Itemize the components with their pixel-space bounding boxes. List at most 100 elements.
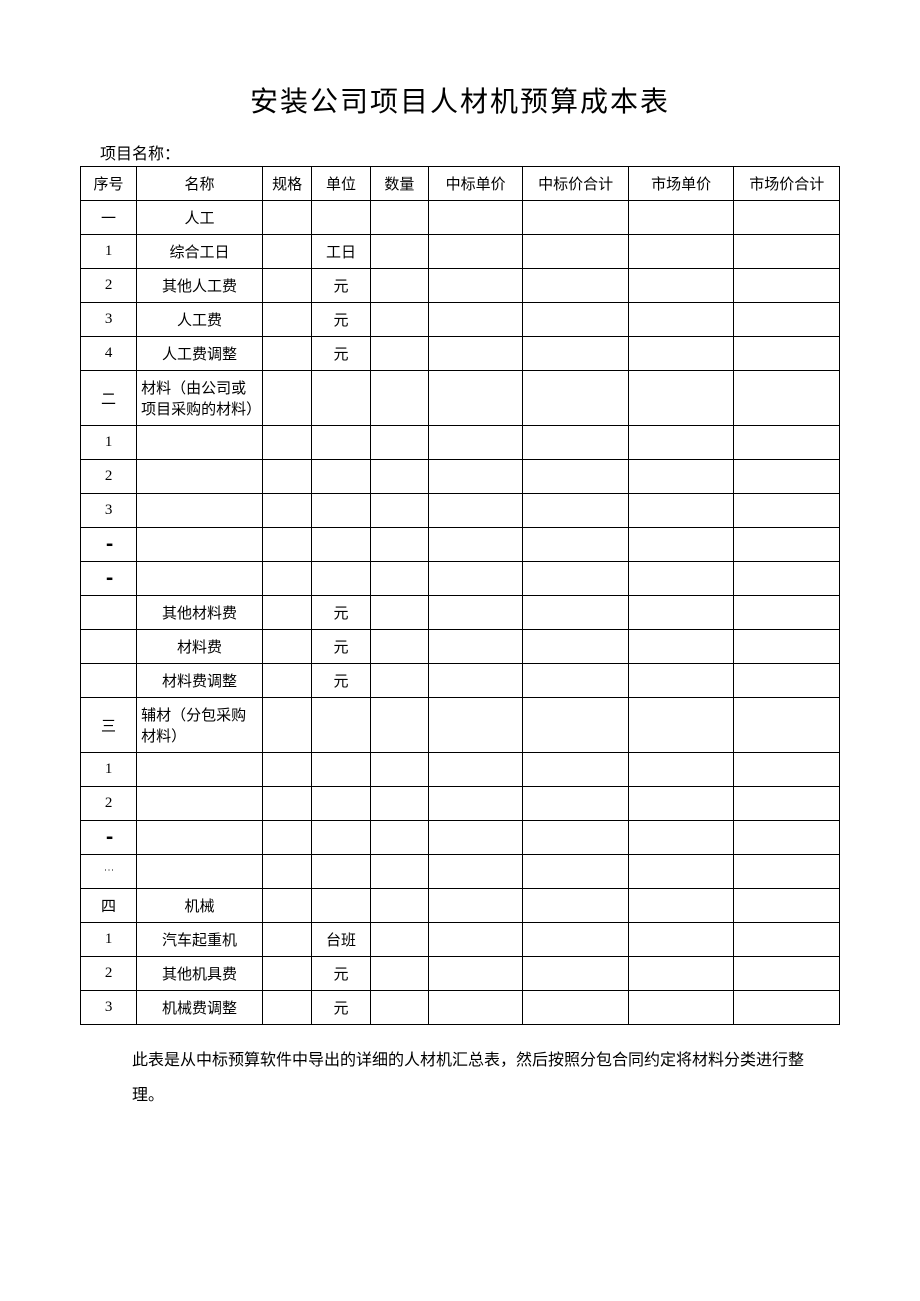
cell-bidtotal [523,698,629,753]
cell-name: 机械费调整 [137,991,263,1025]
cell-name [137,753,263,787]
cell-name [137,426,263,460]
cell-mkttotal [734,528,840,562]
cell-name: 综合工日 [137,235,263,269]
cell-bidprice [429,855,523,889]
cell-spec [262,923,311,957]
cell-mkttotal [734,787,840,821]
cell-qty [370,562,428,596]
cell-seq: 1 [81,923,137,957]
cell-unit: 元 [312,664,370,698]
cell-mktprice [628,528,734,562]
cell-unit [312,787,370,821]
table-row: 1汽车起重机 台班 [81,923,840,957]
cell-mkttotal [734,303,840,337]
cell-mktprice [628,991,734,1025]
cell-qty [370,889,428,923]
cell-spec [262,528,311,562]
cell-spec [262,787,311,821]
cell-mktprice [628,698,734,753]
table-row: 四机械 [81,889,840,923]
cell-mkttotal [734,562,840,596]
cell-mkttotal [734,494,840,528]
cell-bidprice [429,562,523,596]
cell-seq: 4 [81,337,137,371]
cell-spec [262,269,311,303]
cell-bidtotal [523,821,629,855]
cell-name: 其他人工费 [137,269,263,303]
cell-mktprice [628,753,734,787]
cell-mktprice [628,426,734,460]
cell-mkttotal [734,889,840,923]
cell-mktprice [628,494,734,528]
table-body: 一人工1综合工日工日2其他人工费元3人工费元4人工费调整元二材料（由公司或项目采… [81,201,840,1025]
col-header-qty: 数量 [370,167,428,201]
cell-unit [312,753,370,787]
cell-seq: 二 [81,371,137,426]
cell-name [137,528,263,562]
table-row: 3机械费调整元 [81,991,840,1025]
cell-mktprice [628,562,734,596]
table-row: 2其他人工费元 [81,269,840,303]
cell-spec [262,562,311,596]
cell-unit [312,698,370,753]
cell-seq: 四 [81,889,137,923]
cell-bidprice [429,426,523,460]
cell-seq: 三 [81,698,137,753]
cell-spec [262,889,311,923]
cell-seq: 3 [81,494,137,528]
cell-qty [370,337,428,371]
cell-mktprice [628,201,734,235]
cell-bidtotal [523,889,629,923]
cell-seq: 2 [81,957,137,991]
cell-bidprice [429,787,523,821]
cell-mktprice [628,630,734,664]
cell-qty [370,494,428,528]
cell-spec [262,855,311,889]
cell-qty [370,821,428,855]
cell-bidtotal [523,596,629,630]
col-header-bidtotal: 中标价合计 [523,167,629,201]
table-row: 1 [81,753,840,787]
col-header-bidprice: 中标单价 [429,167,523,201]
cell-unit: 台班 [312,923,370,957]
cell-bidtotal [523,201,629,235]
cell-mkttotal [734,460,840,494]
cell-mkttotal [734,596,840,630]
table-row: 4人工费调整元 [81,337,840,371]
cell-mkttotal [734,991,840,1025]
cell-bidtotal [523,337,629,371]
cell-spec [262,426,311,460]
cell-bidtotal [523,371,629,426]
cell-bidprice [429,957,523,991]
cell-spec [262,596,311,630]
cell-name: 材料费调整 [137,664,263,698]
page-title: 安装公司项目人材机预算成本表 [80,80,840,120]
cell-seq [81,596,137,630]
cell-name [137,855,263,889]
cell-qty [370,269,428,303]
cell-seq: 2 [81,787,137,821]
cell-name: 材料（由公司或项目采购的材料） [137,371,263,426]
cell-name: 汽车起重机 [137,923,263,957]
table-row: 材料费元 [81,630,840,664]
cell-unit: 元 [312,957,370,991]
cell-bidprice [429,528,523,562]
cell-spec [262,957,311,991]
cell-mkttotal [734,957,840,991]
table-row: ▪▪▪ [81,562,840,596]
cell-bidprice [429,371,523,426]
cell-bidtotal [523,664,629,698]
cell-qty [370,855,428,889]
cell-mkttotal [734,269,840,303]
cell-name: 其他机具费 [137,957,263,991]
cell-qty [370,664,428,698]
table-row: ▪▪▪ [81,528,840,562]
cell-seq [81,630,137,664]
cell-name [137,821,263,855]
cell-seq: ⋮ [81,855,137,889]
cell-bidprice [429,664,523,698]
table-row: 其他材料费元 [81,596,840,630]
cell-unit: 元 [312,596,370,630]
cell-spec [262,664,311,698]
